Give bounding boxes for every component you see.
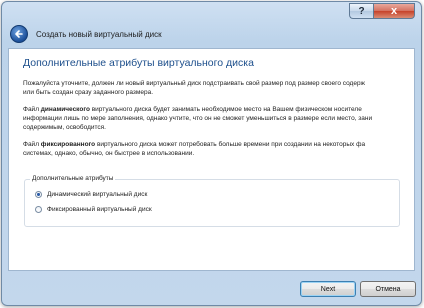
- radio-button-fixed[interactable]: [35, 206, 42, 213]
- content-panel: Дополнительные атрибуты виртуального дис…: [8, 48, 415, 271]
- back-arrow-button[interactable]: [10, 25, 28, 43]
- dynamic-line-1-rest: виртуального диска будет занимать необхо…: [89, 106, 362, 113]
- back-arrow-icon: [15, 30, 23, 38]
- dynamic-bold-term: динамического: [40, 106, 90, 113]
- wizard-window: ? x Создать новый виртуальный диск Допол…: [1, 1, 422, 306]
- groupbox-legend: Дополнительные атрибуты: [30, 175, 116, 182]
- fixed-prefix: Файл: [23, 141, 41, 148]
- intro-line-2: или быть создан сразу заданного размера.: [23, 89, 154, 96]
- dynamic-description-line-1: Файл динамического виртуального диска бу…: [23, 105, 414, 114]
- radio-fixed-disk[interactable]: Фиксированный виртуальный диск: [35, 206, 152, 213]
- caption-buttons: ? x: [349, 3, 415, 19]
- dynamic-description-line-2: информации лишь по мере заполнения, одна…: [23, 115, 373, 122]
- intro-line-1: Пожалуйста уточните, должен ли новый вир…: [23, 80, 365, 87]
- help-button[interactable]: ?: [349, 3, 373, 19]
- radio-label-dynamic: Динамический виртуальный диск: [47, 191, 148, 198]
- fixed-line-1-rest: виртуального диска может потребовать бол…: [95, 141, 366, 148]
- radio-button-dynamic[interactable]: [35, 191, 42, 198]
- close-button[interactable]: x: [373, 3, 415, 19]
- radio-label-fixed: Фиксированный виртуальный диск: [47, 206, 152, 213]
- wizard-footer: Next Отмена: [4, 274, 419, 304]
- attributes-groupbox: Дополнительные атрибуты Динамический вир…: [24, 175, 400, 227]
- radio-dynamic-disk[interactable]: Динамический виртуальный диск: [35, 191, 147, 198]
- fixed-description-line-2: системах, однако, обычно, он быстрее в и…: [23, 150, 195, 157]
- fixed-bold-term: фиксированного: [40, 141, 96, 148]
- wizard-header: Создать новый виртуальный диск: [4, 22, 419, 46]
- next-button[interactable]: Next: [300, 281, 356, 297]
- dynamic-prefix: Файл: [23, 106, 41, 113]
- cancel-button[interactable]: Отмена: [360, 281, 416, 297]
- page-heading: Дополнительные атрибуты виртуального дис…: [23, 57, 254, 69]
- dynamic-description-line-3: содержимым, освободится.: [23, 124, 106, 131]
- wizard-title: Создать новый виртуальный диск: [36, 29, 162, 39]
- fixed-description-line-1: Файл фиксированного виртуального диска м…: [23, 140, 414, 149]
